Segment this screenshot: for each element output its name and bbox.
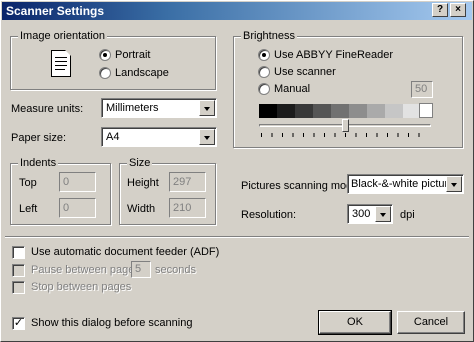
brightness-swatch [277, 104, 295, 118]
measure-units-label: Measure units: [11, 103, 84, 115]
stop-between-pages-checkbox[interactable] [12, 281, 25, 294]
checkmark-icon: ✓ [13, 317, 24, 329]
top-field: 0 [59, 172, 96, 192]
height-label: Height [127, 177, 159, 189]
landscape-label[interactable]: Landscape [115, 66, 169, 80]
top-label: Top [19, 177, 37, 189]
left-value: 0 [63, 202, 70, 214]
resolution-value: 300 [352, 208, 371, 220]
brightness-slider-ticks [261, 133, 429, 137]
brightness-swatch [331, 104, 349, 118]
adf-checkbox[interactable] [12, 246, 25, 259]
size-label: Size [127, 156, 153, 170]
cancel-button[interactable]: Cancel [397, 311, 465, 334]
use-scanner-radio[interactable] [258, 66, 270, 78]
indents-label: Indents [18, 156, 59, 170]
adf-label[interactable]: Use automatic document feeder (ADF) [31, 245, 219, 259]
chevron-down-icon[interactable] [446, 176, 462, 192]
scanning-mode-value: Black-&-white pictures [351, 178, 460, 190]
image-orientation-group: Image orientation [10, 29, 216, 90]
brightness-swatch [313, 104, 331, 118]
close-button[interactable]: × [450, 3, 466, 17]
title-bar: Scanner Settings [2, 2, 472, 20]
chevron-down-icon[interactable] [199, 100, 215, 116]
use-finereader-radio[interactable] [258, 49, 270, 61]
pause-between-pages-checkbox[interactable] [12, 264, 25, 277]
paper-size-value: A4 [106, 131, 120, 143]
brightness-swatch [349, 104, 367, 118]
manual-brightness-value: 50 [415, 83, 428, 95]
width-field: 210 [169, 198, 206, 218]
use-scanner-label[interactable]: Use scanner [274, 65, 336, 79]
landscape-radio[interactable] [99, 67, 111, 79]
chevron-down-icon[interactable] [199, 129, 215, 145]
pause-seconds-unit: seconds [155, 264, 196, 276]
resolution-label: Resolution: [241, 209, 297, 221]
ok-button[interactable]: OK [318, 310, 392, 335]
show-dialog-label[interactable]: Show this dialog before scanning [31, 316, 192, 330]
brightness-swatch [259, 104, 277, 118]
pause-between-pages-label: Pause between pages [31, 264, 140, 276]
portrait-radio[interactable] [99, 49, 111, 61]
width-value: 210 [173, 202, 192, 214]
manual-brightness-field: 50 [411, 81, 433, 98]
measure-units-select[interactable]: Millimeters [101, 98, 217, 118]
pause-seconds-field: 5 [131, 261, 151, 278]
brightness-label: Brightness [241, 29, 297, 43]
brightness-swatch [385, 104, 403, 118]
scanning-mode-select[interactable]: Black-&-white pictures [347, 174, 464, 194]
top-value: 0 [63, 176, 70, 188]
height-value: 297 [173, 176, 192, 188]
brightness-gradient-strip [259, 104, 421, 118]
resolution-unit: dpi [400, 209, 415, 221]
pause-seconds-value: 5 [135, 263, 142, 275]
manual-radio[interactable] [258, 83, 270, 95]
manual-label[interactable]: Manual [274, 82, 310, 96]
stop-between-pages-label: Stop between pages [31, 281, 132, 293]
use-finereader-label[interactable]: Use ABBYY FineReader [274, 48, 393, 62]
image-orientation-label: Image orientation [18, 29, 107, 43]
help-button[interactable]: ? [432, 3, 448, 17]
paper-size-select[interactable]: A4 [101, 127, 217, 147]
show-dialog-checkbox[interactable]: ✓ [12, 317, 25, 330]
separator [5, 236, 469, 238]
window-title: Scanner Settings [6, 4, 105, 18]
width-label: Width [127, 203, 156, 215]
scanning-mode-label: Pictures scanning mode: [241, 180, 362, 192]
chevron-down-icon[interactable] [375, 206, 391, 222]
height-field: 297 [169, 172, 206, 192]
portrait-page-icon [51, 50, 71, 77]
resolution-select[interactable]: 300 [347, 204, 393, 224]
portrait-label[interactable]: Portrait [115, 48, 150, 62]
brightness-white-swatch [419, 103, 433, 118]
paper-size-label: Paper size: [11, 132, 67, 144]
left-label: Left [19, 203, 38, 215]
measure-units-value: Millimeters [106, 102, 159, 114]
brightness-swatch [367, 104, 385, 118]
brightness-swatch [295, 104, 313, 118]
brightness-slider-thumb[interactable] [341, 119, 349, 132]
left-field: 0 [59, 198, 96, 218]
scanner-settings-dialog: Scanner Settings ? × Image orientation P… [0, 0, 474, 342]
